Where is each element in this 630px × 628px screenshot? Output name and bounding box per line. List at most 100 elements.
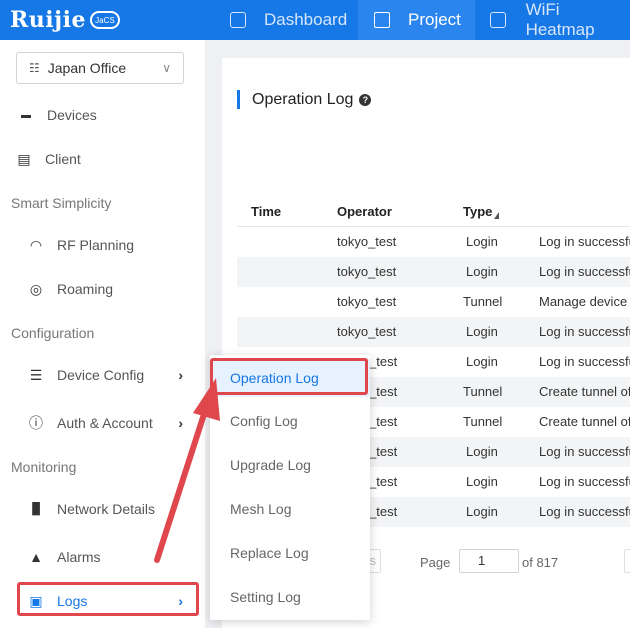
cell-operator: tokyo_test [337,264,397,279]
sidebar-item-roaming[interactable]: ◎ Roaming [0,269,205,309]
menu-item-label: Upgrade Log [230,457,311,473]
cell-type: Login [466,504,498,519]
sidebar-item-device-config[interactable]: ☰ Device Config › [0,355,205,395]
table-row[interactable]: tokyo_test Login Log in successfu [237,227,630,257]
page-number-input[interactable]: 1 [459,549,519,573]
cell-description: Manage device [539,294,628,309]
sidebar-item-label: Roaming [57,281,114,297]
cell-operator: _test [369,444,398,459]
cell-operator: _test [369,384,398,399]
sliders-icon: ☰ [29,366,43,383]
cell-operator: tokyo_test [337,234,397,249]
menu-item-mesh-log[interactable]: Mesh Log [210,490,370,528]
sidebar-item-auth-account[interactable]: ⓘ Auth & Account › [0,403,205,443]
cell-type: Tunnel [463,294,503,309]
help-icon[interactable]: ? [359,94,372,106]
sidebar-item-alarms[interactable]: ▲ Alarms [0,537,205,577]
menu-item-label: Mesh Log [230,501,292,517]
logs-highlight-box [17,582,199,616]
menu-item-config-log[interactable]: Config Log [210,402,370,440]
cell-description: Log in successfu [539,444,630,459]
page-title: Operation Log ? [252,90,372,110]
page-title-text: Operation Log [252,91,354,108]
menu-item-label: Setting Log [230,589,301,605]
chart-icon: ▐▌ [28,503,44,515]
cell-type: Login [466,354,498,369]
ruijie-logo[interactable]: Ruijie JaCS [10,6,120,34]
column-header-type[interactable]: Type [463,204,500,219]
cell-description: Log in successfu [539,474,630,489]
globe-icon: ◎ [29,280,43,297]
cell-type: Login [466,444,498,459]
cell-description: Log in successfu [539,324,630,339]
dashboard-icon [230,12,246,28]
table-row[interactable]: tokyo_test Tunnel Manage device [237,287,630,317]
menu-item-label: Replace Log [230,545,309,561]
tab-label: WiFi Heatmap [525,0,595,39]
sidebar-item-devices[interactable]: ▬ Devices [0,95,205,135]
column-header-time[interactable]: Time [251,204,281,219]
cell-type: Login [466,234,498,249]
menu-item-replace-log[interactable]: Replace Log [210,534,370,572]
sidebar-item-network-details[interactable]: ▐▌ Network Details [0,489,205,529]
tab-wifi-heatmap[interactable]: WiFi Heatmap [475,0,630,40]
cell-operator: _test [369,474,398,489]
tab-dashboard[interactable]: Dashboard [222,0,366,40]
site-selector[interactable]: ☷ Japan Office ∨ [16,52,184,84]
cell-type: Tunnel [463,384,503,399]
wifi-icon: ◠ [29,236,43,253]
cell-operator: _test [369,354,398,369]
section-configuration: Configuration [11,325,95,341]
cell-description: Log in successfu [539,234,630,249]
site-name: Japan Office [47,60,127,76]
cell-operator: tokyo_test [337,324,397,339]
table-row[interactable]: tokyo_test Login Log in successfu [237,257,630,287]
page-label: Page [420,555,451,570]
section-monitoring: Monitoring [11,459,77,475]
sidebar-item-label: Auth & Account [57,415,153,431]
tab-project[interactable]: Project [358,0,475,40]
table-row[interactable]: tokyo_test Login Log in successfu [237,317,630,347]
cube-icon [374,12,390,28]
tab-label: Dashboard [264,10,348,29]
logo-text: Ruijie [10,7,86,33]
sidebar-item-label: Device Config [57,367,145,383]
next-page-button[interactable] [624,549,630,573]
top-navigation-bar: Ruijie JaCS Dashboard Project WiFi Heatm… [0,0,630,40]
chevron-right-icon: › [178,367,183,383]
bell-icon: ▲ [29,549,43,565]
sidebar-item-label: Alarms [57,549,101,565]
page-total: of 817 [522,555,559,570]
cell-operator: tokyo_test [337,294,397,309]
sidebar-item-label: Network Details [57,501,156,517]
sidebar-item-label: RF Planning [57,237,135,253]
cell-operator: _test [369,414,398,429]
cell-type: Login [466,474,498,489]
heatmap-icon [490,12,506,28]
sort-icon [494,212,500,219]
client-icon: ▤ [17,150,31,167]
sidebar-item-rf-planning[interactable]: ◠ RF Planning [0,225,205,265]
column-header-type-label: Type [463,204,493,219]
menu-item-upgrade-log[interactable]: Upgrade Log [210,446,370,484]
jacs-badge: JaCS [89,11,120,29]
cell-type: Tunnel [463,414,503,429]
sidebar-item-label: Client [45,151,81,167]
network-icon: ☷ [29,61,40,75]
section-smart-simplicity: Smart Simplicity [11,195,112,211]
operation-log-highlight-box [210,358,368,395]
chevron-right-icon: › [178,415,183,431]
cell-type: Login [466,264,498,279]
tab-label: Project [408,10,461,29]
column-header-operator[interactable]: Operator [337,204,392,219]
cell-description: Create tunnel of [539,414,630,429]
switch-icon: ▬ [21,109,31,121]
cell-type: Login [466,324,498,339]
title-accent-bar [237,90,240,109]
menu-item-setting-log[interactable]: Setting Log [210,578,370,616]
menu-item-label: Config Log [230,413,298,429]
sidebar-item-label: Devices [47,107,97,123]
user-icon: ⓘ [29,415,43,431]
sidebar-item-client[interactable]: ▤ Client [0,139,205,179]
cell-description: Log in successfu [539,264,630,279]
